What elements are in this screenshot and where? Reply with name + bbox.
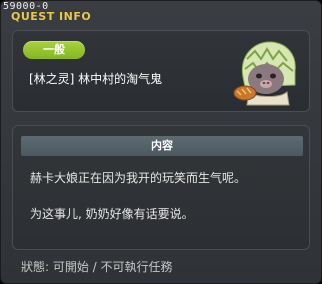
quest-status-text: 狀態: 可開始 / 不可執行任務 bbox=[21, 260, 173, 274]
quest-summary-card: 一般 [林之灵] 林中村的淘气鬼 bbox=[12, 30, 310, 112]
quest-info-window: 59000-0 QUEST INFO 一般 [林之灵] 林中村的淘气鬼 内容 赫… bbox=[0, 0, 322, 284]
content-section-header: 内容 bbox=[21, 136, 303, 156]
quest-category-badge: 一般 bbox=[23, 41, 85, 59]
window-title: QUEST INFO bbox=[11, 10, 92, 23]
npc-portrait-icon bbox=[233, 41, 296, 106]
quest-name: [林之灵] 林中村的淘气鬼 bbox=[29, 72, 163, 86]
quest-content-panel: 内容 赫卡大娘正在因为我开的玩笑而生气呢。 为这事儿, 奶奶好像有话要说。 bbox=[12, 125, 310, 250]
content-text-line: 为这事儿, 奶奶好像有话要说。 bbox=[30, 207, 194, 221]
content-text-line: 赫卡大娘正在因为我开的玩笑而生气呢。 bbox=[30, 171, 247, 185]
